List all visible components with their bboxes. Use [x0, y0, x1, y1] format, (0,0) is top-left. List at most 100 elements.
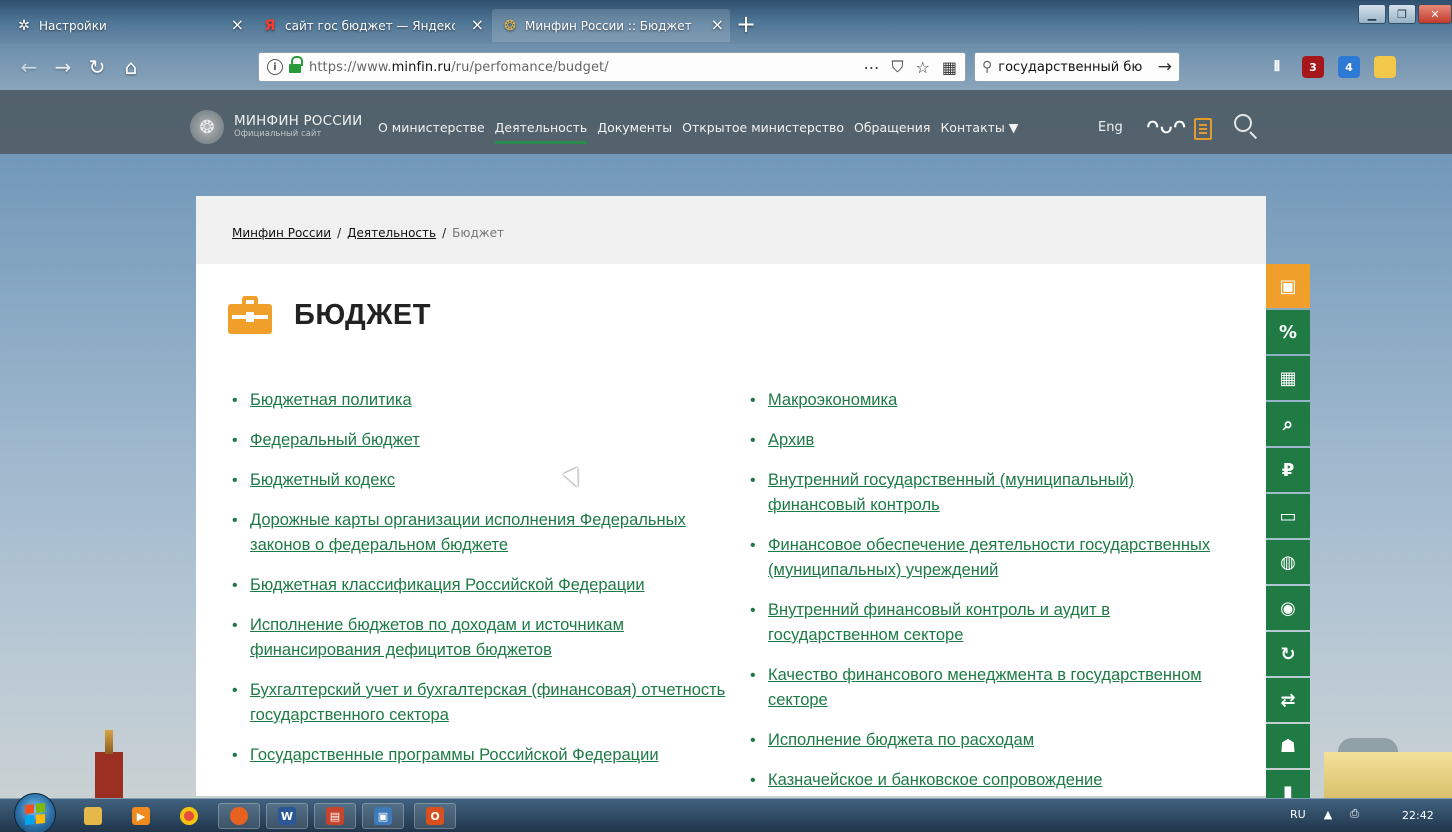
ruble-coin-icon[interactable]: ◉: [1266, 586, 1310, 630]
menu-item-appeals[interactable]: Обращения: [854, 120, 930, 135]
maximize-button[interactable]: ❐: [1388, 4, 1416, 24]
address-bar[interactable]: i https://www.minfin.ru/ru/perfomance/bu…: [258, 52, 966, 82]
extension-icon[interactable]: 4: [1338, 56, 1360, 78]
close-icon[interactable]: ×: [711, 17, 724, 33]
calculator-icon[interactable]: ▦: [1266, 356, 1310, 400]
glasses-icon[interactable]: ᴖᴗᴖ: [1146, 114, 1186, 139]
pocket-icon[interactable]: ⛉: [892, 57, 904, 77]
menu-item-contacts[interactable]: Контакты ▼: [940, 120, 1018, 135]
search-icon[interactable]: [1234, 114, 1252, 132]
clock[interactable]: 22:42: [1402, 809, 1434, 822]
link-macroeconomics[interactable]: Макроэкономика: [768, 391, 897, 409]
search-text: государственный бю: [998, 59, 1143, 75]
link-budget-classification[interactable]: Бюджетная классификация Российской Федер…: [250, 576, 645, 594]
link-accounting[interactable]: Бухгалтерский учет и бухгалтерская (фина…: [250, 681, 725, 724]
link-budget-code[interactable]: Бюджетный кодекс: [250, 471, 395, 489]
list-item: Финансовое обеспечение деятельности госу…: [750, 533, 1230, 583]
link-budget-policy[interactable]: Бюджетная политика: [250, 391, 412, 409]
forward-icon[interactable]: →: [50, 54, 76, 80]
minimize-button[interactable]: ▁: [1358, 4, 1386, 24]
taskbar-powerpoint[interactable]: ▤: [314, 803, 356, 829]
list-item: Архив: [750, 428, 1230, 453]
info-icon[interactable]: i: [267, 59, 283, 75]
ruble-cycle-icon[interactable]: ↻: [1266, 632, 1310, 676]
breadcrumb-section[interactable]: Деятельность: [347, 226, 436, 240]
window-controls: ▁ ❐ ✕: [1358, 4, 1452, 24]
people-icon[interactable]: ☗: [1266, 724, 1310, 768]
powerpoint-icon: ▤: [326, 807, 344, 825]
close-icon[interactable]: ×: [471, 17, 484, 33]
tab-title: Настройки: [39, 18, 107, 33]
breadcrumb-home[interactable]: Минфин России: [232, 226, 331, 240]
reload-icon[interactable]: ↻: [84, 54, 110, 80]
banknote-icon[interactable]: ▭: [1266, 494, 1310, 538]
language-switch[interactable]: Eng: [1098, 120, 1123, 135]
home-icon[interactable]: ⌂: [118, 54, 144, 80]
list-item: Качество финансового менеджмента в госуд…: [750, 663, 1230, 713]
page-title: БЮДЖЕТ: [294, 298, 431, 331]
tab-yandex-search[interactable]: Я сайт гос бюджет — Яндекс: н ×: [252, 9, 490, 42]
currency-exchange-icon[interactable]: ⇄: [1266, 678, 1310, 722]
link-federal-budget[interactable]: Федеральный бюджет: [250, 431, 420, 449]
taskbar-media-player[interactable]: ▶: [120, 803, 162, 829]
close-icon[interactable]: ×: [231, 17, 244, 33]
library-icon[interactable]: ⫴: [1266, 56, 1288, 78]
search-bar[interactable]: ⚲ государственный бю →: [974, 52, 1180, 82]
menu-item-about[interactable]: О министерстве: [378, 120, 485, 135]
taskbar-chrome[interactable]: [168, 803, 210, 829]
link-budget-execution-income[interactable]: Исполнение бюджетов по доходам и источни…: [250, 616, 624, 659]
briefcase-icon[interactable]: ▣: [1266, 264, 1310, 308]
document-icon[interactable]: [1194, 118, 1212, 140]
menu-item-activity[interactable]: Деятельность: [494, 120, 587, 144]
globe-ruble-icon[interactable]: ₽: [1266, 448, 1310, 492]
link-internal-audit[interactable]: Внутренний финансовый контроль и аудит в…: [768, 601, 1110, 644]
link-archive[interactable]: Архив: [768, 431, 814, 449]
menu-item-open-ministry[interactable]: Открытое министерство: [682, 120, 844, 135]
close-window-button[interactable]: ✕: [1418, 4, 1452, 24]
report-search-icon[interactable]: ⌕: [1266, 402, 1310, 446]
start-button[interactable]: [14, 793, 56, 832]
back-icon[interactable]: ←: [16, 54, 42, 80]
tab-settings[interactable]: ✲ Настройки ×: [6, 9, 250, 42]
money-bag-icon[interactable]: ◍: [1266, 540, 1310, 584]
reader-view-icon[interactable]: ▦: [942, 58, 957, 77]
palace-decoration: [1324, 738, 1452, 798]
link-budget-execution-expenses[interactable]: Исполнение бюджета по расходам: [768, 731, 1034, 749]
site-logo[interactable]: ❂ МИНФИН РОССИИ Официальный сайт: [190, 110, 362, 144]
new-tab-button[interactable]: +: [736, 12, 756, 36]
page-actions-icon[interactable]: ⋯: [864, 58, 880, 77]
language-indicator[interactable]: RU: [1290, 808, 1306, 821]
sidebar-icon[interactable]: [1374, 56, 1396, 78]
link-treasury-support[interactable]: Казначейское и банковское сопровождение: [768, 771, 1102, 789]
taskbar-explorer[interactable]: [72, 803, 114, 829]
main-menu: О министерстве Деятельность Документы От…: [378, 120, 1028, 144]
network-icon[interactable]: ⎙: [1350, 807, 1359, 821]
taskbar-word[interactable]: W: [266, 803, 308, 829]
ublock-icon[interactable]: 3: [1302, 56, 1324, 78]
content-card: Минфин России / Деятельность / Бюджет БЮДЖЕТ…: [196, 196, 1266, 796]
taskbar-office[interactable]: O: [414, 803, 456, 829]
list-item: Бюджетный кодекс: [232, 468, 732, 493]
link-road-maps[interactable]: Дорожные карты организации исполнения Фе…: [250, 511, 686, 554]
link-internal-financial-control[interactable]: Внутренний государственный (муниципальны…: [768, 471, 1134, 514]
taskbar-firefox[interactable]: [218, 803, 260, 829]
logo-subtitle: Официальный сайт: [234, 129, 322, 139]
url-domain: minfin.ru: [391, 59, 452, 75]
briefcase-icon: [228, 296, 272, 334]
logo-title: МИНФИН РОССИИ: [234, 113, 363, 129]
bookmark-star-icon[interactable]: ☆: [916, 58, 930, 77]
taskbar-presentation[interactable]: ▣: [362, 803, 404, 829]
tab-minfin-budget[interactable]: ❂ Минфин России :: Бюджет ×: [492, 9, 730, 42]
taskbar: ▶ W ▤ ▣ O RU ▲ ⎙ 22:42: [0, 793, 1452, 832]
link-financial-support-institutions[interactable]: Финансовое обеспечение деятельности госу…: [768, 536, 1210, 579]
percent-icon[interactable]: %: [1266, 310, 1310, 354]
office-icon: O: [426, 807, 444, 825]
url-text[interactable]: https://www.minfin.ru/ru/perfomance/budg…: [309, 60, 852, 75]
menu-item-documents[interactable]: Документы: [597, 120, 672, 135]
link-state-programs[interactable]: Государственные программы Российской Фед…: [250, 746, 659, 764]
emblem-icon: ❂: [504, 17, 516, 34]
arrow-right-icon[interactable]: →: [1158, 57, 1172, 77]
link-financial-management-quality[interactable]: Качество финансового менеджмента в госуд…: [768, 666, 1202, 709]
list-item: Бухгалтерский учет и бухгалтерская (фина…: [232, 678, 732, 728]
tray-expand-icon[interactable]: ▲: [1324, 808, 1332, 821]
